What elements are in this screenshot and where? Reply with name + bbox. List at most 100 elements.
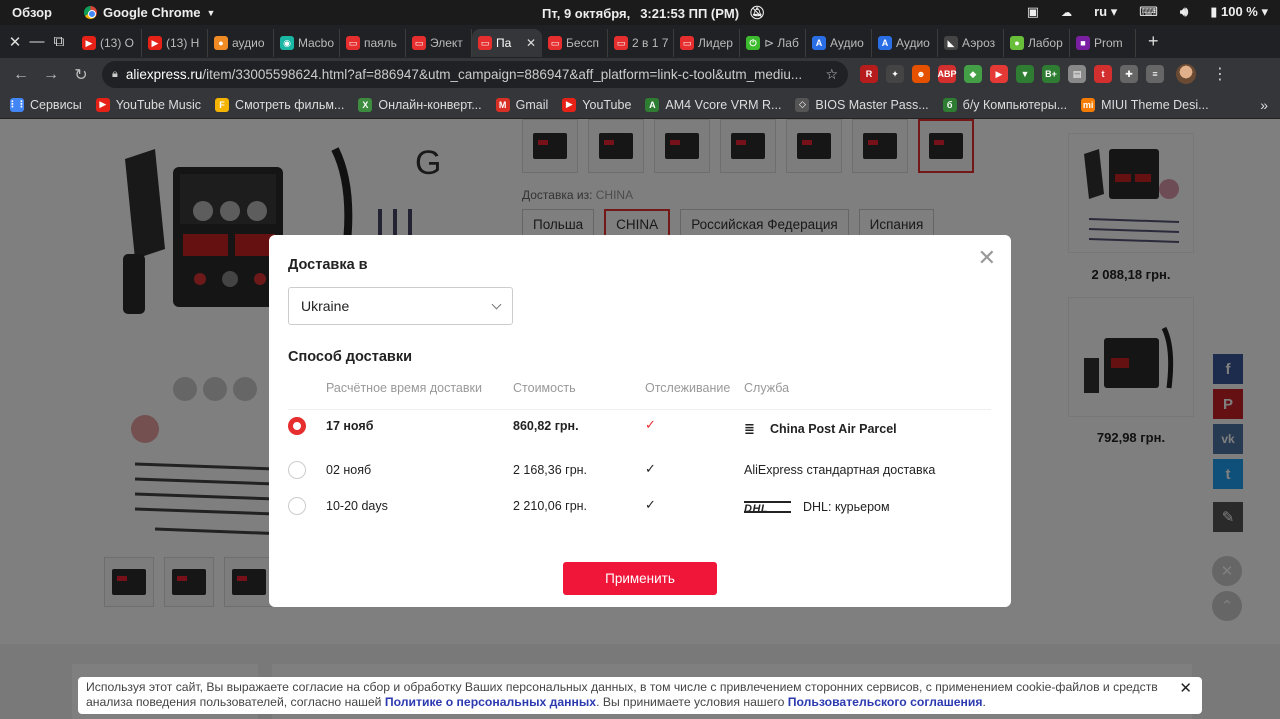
volume-icon[interactable]: 🔊︎ bbox=[1180, 4, 1188, 20]
bookmark-item[interactable]: ⋮⋮ Сервисы bbox=[8, 97, 82, 112]
ext-t-icon[interactable]: t bbox=[1094, 65, 1112, 83]
shipping-option-row[interactable]: 17 нояб 860,82 грн. ✓ ≣ China Post Air P… bbox=[269, 413, 1011, 443]
tab-favicon-icon: ● bbox=[1010, 36, 1024, 50]
china-post-icon: ≣ bbox=[744, 421, 755, 436]
weather-icon[interactable]: ☁ bbox=[1061, 6, 1072, 19]
tab[interactable]: ⏻ ⊳ Лаб bbox=[740, 29, 806, 57]
new-tab-button[interactable]: + bbox=[1148, 31, 1159, 52]
os-top-bar: Обзор Google Chrome ▼ Пт, 9 октября, 3:2… bbox=[0, 0, 1280, 25]
profile-avatar[interactable] bbox=[1176, 64, 1196, 84]
tracking-check-icon: ✓ bbox=[645, 417, 656, 432]
delivery-cost: 2 210,06 грн. bbox=[513, 499, 588, 513]
ext-fox-icon[interactable]: ✦ bbox=[886, 65, 904, 83]
tab[interactable]: ▭ Лидер bbox=[674, 29, 740, 57]
ext-bplus-icon[interactable]: B+ bbox=[1042, 65, 1060, 83]
ext-print-icon[interactable]: ▤ bbox=[1068, 65, 1086, 83]
bookmark-item[interactable]: mi MIUI Theme Desi... bbox=[1081, 97, 1209, 112]
tab[interactable]: ◣ Аэроз bbox=[938, 29, 1004, 57]
close-icon[interactable]: ✕ bbox=[978, 247, 996, 269]
tab-active[interactable]: ▭ Па ✕ bbox=[472, 29, 542, 57]
column-header-tracking: Отслеживание bbox=[645, 381, 731, 395]
tab[interactable]: ● аудио bbox=[208, 29, 274, 57]
shipping-option-radio[interactable] bbox=[288, 461, 306, 479]
ext-red-play-icon[interactable]: ▶ bbox=[990, 65, 1008, 83]
shipping-option-row[interactable]: 10-20 days 2 210,06 грн. ✓ DHL DHL: курь… bbox=[269, 491, 1011, 521]
ext-adblock-icon[interactable]: ABP bbox=[938, 65, 957, 83]
shipping-option-row[interactable]: 02 нояб 2 168,36 грн. ✓ AliExpress станд… bbox=[269, 455, 1011, 485]
app-menu[interactable]: Google Chrome ▼ bbox=[84, 5, 215, 20]
clock[interactable]: Пт, 9 октября, 3:21:53 ПП (PM) 🔕︎ bbox=[542, 5, 766, 21]
ext-red-monitor-icon[interactable]: R bbox=[860, 65, 878, 83]
bookmark-favicon-icon: б bbox=[942, 97, 957, 112]
tab-favicon-icon: ▭ bbox=[412, 36, 426, 50]
address-bar[interactable]: 🔒︎ aliexpress.ru/item/33005598624.html?a… bbox=[102, 61, 848, 88]
tab[interactable]: A Аудио bbox=[872, 29, 938, 57]
tab[interactable]: ▭ Бессп bbox=[542, 29, 608, 57]
shipping-option-radio[interactable] bbox=[288, 497, 306, 515]
tab-close-icon[interactable]: ✕ bbox=[526, 36, 536, 50]
tab[interactable]: ▶ (13) Н bbox=[142, 29, 208, 57]
battery-indicator[interactable]: ▮ 100 % ▾ bbox=[1210, 4, 1268, 20]
tab[interactable]: A Аудио bbox=[806, 29, 872, 57]
bookmark-star-icon[interactable]: ☆ bbox=[825, 66, 838, 83]
country-select[interactable]: Ukraine bbox=[288, 287, 513, 325]
tab-favicon-icon: ▶ bbox=[148, 36, 162, 50]
screen-icon[interactable]: ▣ bbox=[1027, 4, 1039, 20]
bookmark-item[interactable]: M Gmail bbox=[495, 97, 548, 112]
bookmarks-list: ⋮⋮ Сервисы ▶ YouTube Music F Смотреть фильм..… bbox=[8, 97, 1209, 112]
bookmark-label: Онлайн-конверт... bbox=[378, 97, 482, 112]
clock-date: Пт, 9 октября, bbox=[542, 5, 631, 21]
bookmark-label: AM4 Vcore VRM R... bbox=[665, 97, 782, 112]
tab-favicon-icon: A bbox=[812, 36, 826, 50]
bookmark-favicon-icon: ⋮⋮ bbox=[8, 97, 26, 112]
bookmark-item[interactable]: ▶ YouTube bbox=[562, 97, 631, 112]
ext-media-icon[interactable]: ≡ bbox=[1146, 65, 1164, 83]
close-window-icon[interactable]: ✕ bbox=[4, 33, 26, 51]
tab-favicon-icon: ▭ bbox=[680, 36, 694, 50]
forward-button[interactable]: → bbox=[36, 66, 66, 84]
bookmark-label: MIUI Theme Desi... bbox=[1101, 97, 1209, 112]
shipping-option-radio-selected[interactable] bbox=[288, 417, 306, 435]
bookmark-item[interactable]: ◇ BIOS Master Pass... bbox=[795, 97, 929, 112]
tab[interactable]: ▭ паяль bbox=[340, 29, 406, 57]
user-agreement-link[interactable]: Пользовательского соглашения bbox=[788, 695, 983, 709]
tab[interactable]: ▭ 2 в 1 7 bbox=[608, 29, 674, 57]
overview-button[interactable]: Обзор bbox=[12, 5, 52, 20]
keyboard-icon[interactable]: ⌨ bbox=[1139, 4, 1158, 20]
battery-label: 100 % bbox=[1220, 4, 1258, 19]
minimize-window-icon[interactable]: — bbox=[26, 33, 48, 50]
bookmark-item[interactable]: б б/у Компьютеры... bbox=[942, 97, 1067, 112]
browser-menu-icon[interactable]: ⋮ bbox=[1212, 64, 1228, 84]
tab[interactable]: ◉ Macbo bbox=[274, 29, 340, 57]
ext-vpn-icon[interactable]: ▼ bbox=[1016, 65, 1034, 83]
reload-button[interactable]: ↻ bbox=[66, 65, 96, 85]
bookmark-item[interactable]: A AM4 Vcore VRM R... bbox=[645, 97, 782, 112]
ext-puzzle-icon[interactable]: ✚ bbox=[1120, 65, 1138, 83]
ext-orange-icon[interactable]: ☻ bbox=[912, 65, 930, 83]
bookmark-item[interactable]: ▶ YouTube Music bbox=[95, 97, 201, 112]
bookmark-item[interactable]: X Онлайн-конверт... bbox=[358, 97, 482, 112]
close-cookie-icon[interactable]: ✕ bbox=[1179, 681, 1192, 696]
tab[interactable]: ● Лабор bbox=[1004, 29, 1070, 57]
restore-window-icon[interactable]: ⧉ bbox=[48, 33, 70, 50]
ext-green-icon[interactable]: ◆ bbox=[964, 65, 982, 83]
tab-label: Па bbox=[496, 36, 512, 50]
battery-icon: ▮ bbox=[1210, 4, 1218, 19]
tab-label: (13) О bbox=[100, 36, 135, 50]
bookmark-item[interactable]: F Смотреть фильм... bbox=[215, 97, 344, 112]
tracking-check-icon: ✓ bbox=[645, 461, 656, 476]
lock-icon[interactable]: 🔒︎ bbox=[112, 68, 118, 81]
tab[interactable]: ▭ Элект bbox=[406, 29, 472, 57]
apply-button[interactable]: Применить bbox=[563, 562, 717, 595]
dhl-logo: DHL bbox=[744, 501, 791, 515]
tab[interactable]: ■ Prom bbox=[1070, 29, 1136, 57]
extensions-area: R ✦ ☻ ABP ◆ ▶ ▼ B+ ▤ t ✚ ≡ ⋮ bbox=[860, 64, 1228, 84]
tab[interactable]: ▶ (13) О bbox=[76, 29, 142, 57]
language-indicator[interactable]: ru ▾ bbox=[1094, 4, 1117, 20]
privacy-policy-link[interactable]: Политике о персональных данных bbox=[385, 695, 596, 709]
back-button[interactable]: ← bbox=[6, 66, 36, 84]
system-tray: ▣ ☁ ru ▾ ⌨ 🔊︎ ▮ 100 % ▾ bbox=[1027, 4, 1268, 20]
tab-favicon-icon: ▶ bbox=[82, 36, 96, 50]
tab-favicon-icon: ● bbox=[214, 36, 228, 50]
bookmarks-overflow-icon[interactable]: » bbox=[1260, 97, 1268, 113]
